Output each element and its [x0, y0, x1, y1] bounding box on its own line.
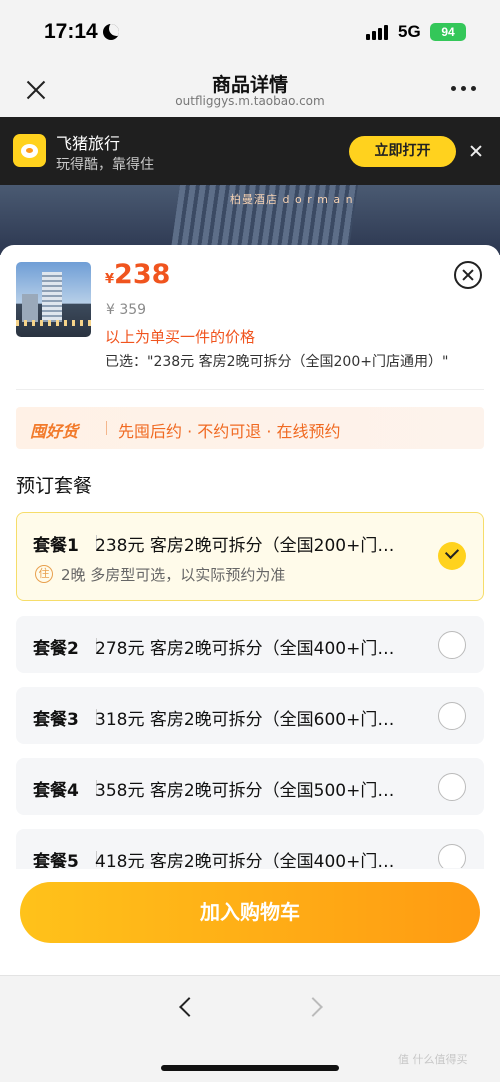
sku-sheet: ¥238 ¥ 359 以上为单买一件的价格 已选："238元 客房2晚可拆分（全…	[0, 245, 500, 975]
package-name: 套餐3	[33, 710, 79, 730]
package-desc: 358元 客房2晚可拆分（全国500+门…	[95, 781, 395, 801]
status-bar: 17:14 5G 94	[0, 0, 500, 62]
app-banner: 飞猪旅行 玩得酷，靠得住 立即打开	[0, 117, 500, 185]
stay-icon: 住	[35, 565, 53, 583]
package-name: 套餐1	[33, 536, 79, 556]
open-app-button[interactable]: 立即打开	[349, 136, 456, 167]
package-desc: 278元 客房2晚可拆分（全国400+门…	[95, 639, 395, 659]
currency-symbol: ¥	[105, 272, 115, 287]
forward-icon[interactable]	[303, 997, 323, 1017]
page-url: outfliggys.m.taobao.com	[175, 94, 325, 108]
app-name: 飞猪旅行	[56, 134, 121, 153]
selected-summary: 已选："238元 客房2晚可拆分（全国200+门店通用）"	[105, 354, 449, 370]
more-icon[interactable]	[451, 86, 477, 92]
nav-bar: 商品详情 outfliggys.m.taobao.com	[0, 62, 500, 117]
check-icon[interactable]	[438, 542, 466, 570]
hero-sign: 柏曼酒店 d o r m a n	[230, 193, 354, 206]
package-option-5[interactable]: 套餐5 418元 客房2晚可拆分（全国400+门…	[16, 829, 484, 869]
package-option-1[interactable]: 套餐1 238元 客房2晚可拆分（全国200+门… 住 2晚 多房型可选，以实际…	[16, 512, 484, 601]
add-to-cart-button[interactable]: 加入购物车	[20, 882, 480, 943]
divider	[16, 389, 484, 390]
package-option-2[interactable]: 套餐2 278元 客房2晚可拆分（全国400+门…	[16, 616, 484, 673]
radio-icon[interactable]	[438, 844, 466, 868]
package-name: 套餐2	[33, 639, 79, 659]
status-time: 17:14	[44, 20, 98, 43]
network-label: 5G	[398, 22, 421, 41]
radio-icon[interactable]	[438, 631, 466, 659]
page-title: 商品详情	[211, 74, 288, 96]
sheet-close-icon[interactable]	[454, 261, 482, 289]
original-price: ¥ 359	[106, 302, 147, 318]
app-slogan: 玩得酷，靠得住	[56, 157, 154, 173]
battery-icon: 94	[430, 23, 466, 41]
product-thumbnail	[16, 262, 91, 337]
back-icon[interactable]	[179, 997, 199, 1017]
watermark: 值 什么值得买	[398, 1053, 468, 1066]
price-value: 238	[114, 259, 171, 290]
banner-close-icon[interactable]	[469, 144, 483, 158]
package-option-4[interactable]: 套餐4 358元 客房2晚可拆分（全国500+门…	[16, 758, 484, 815]
guarantee-logo: 囤好货	[30, 422, 79, 441]
moon-icon	[103, 24, 119, 40]
price-note: 以上为单买一件的价格	[105, 328, 256, 346]
package-sub: 2晚 多房型可选，以实际预约为准	[61, 566, 286, 584]
package-desc: 418元 客房2晚可拆分（全国400+门…	[95, 852, 395, 869]
home-indicator	[161, 1065, 339, 1071]
radio-icon[interactable]	[438, 773, 466, 801]
section-title: 预订套餐	[16, 475, 93, 497]
guarantee-text: 先囤后约 · 不约可退 · 在线预约	[118, 422, 341, 441]
current-price: ¥238	[105, 259, 170, 290]
browser-toolbar: 值 什么值得买	[0, 975, 500, 1082]
package-desc: 318元 客房2晚可拆分（全国600+门…	[95, 710, 395, 730]
signal-icon	[366, 24, 390, 40]
guarantee-bar: 囤好货 先囤后约 · 不约可退 · 在线预约	[16, 407, 484, 449]
radio-icon[interactable]	[438, 702, 466, 730]
package-name: 套餐5	[33, 852, 79, 869]
package-desc: 238元 客房2晚可拆分（全国200+门…	[95, 536, 395, 556]
package-name: 套餐4	[33, 781, 79, 801]
app-logo-icon	[13, 134, 46, 167]
package-option-3[interactable]: 套餐3 318元 客房2晚可拆分（全国600+门…	[16, 687, 484, 744]
